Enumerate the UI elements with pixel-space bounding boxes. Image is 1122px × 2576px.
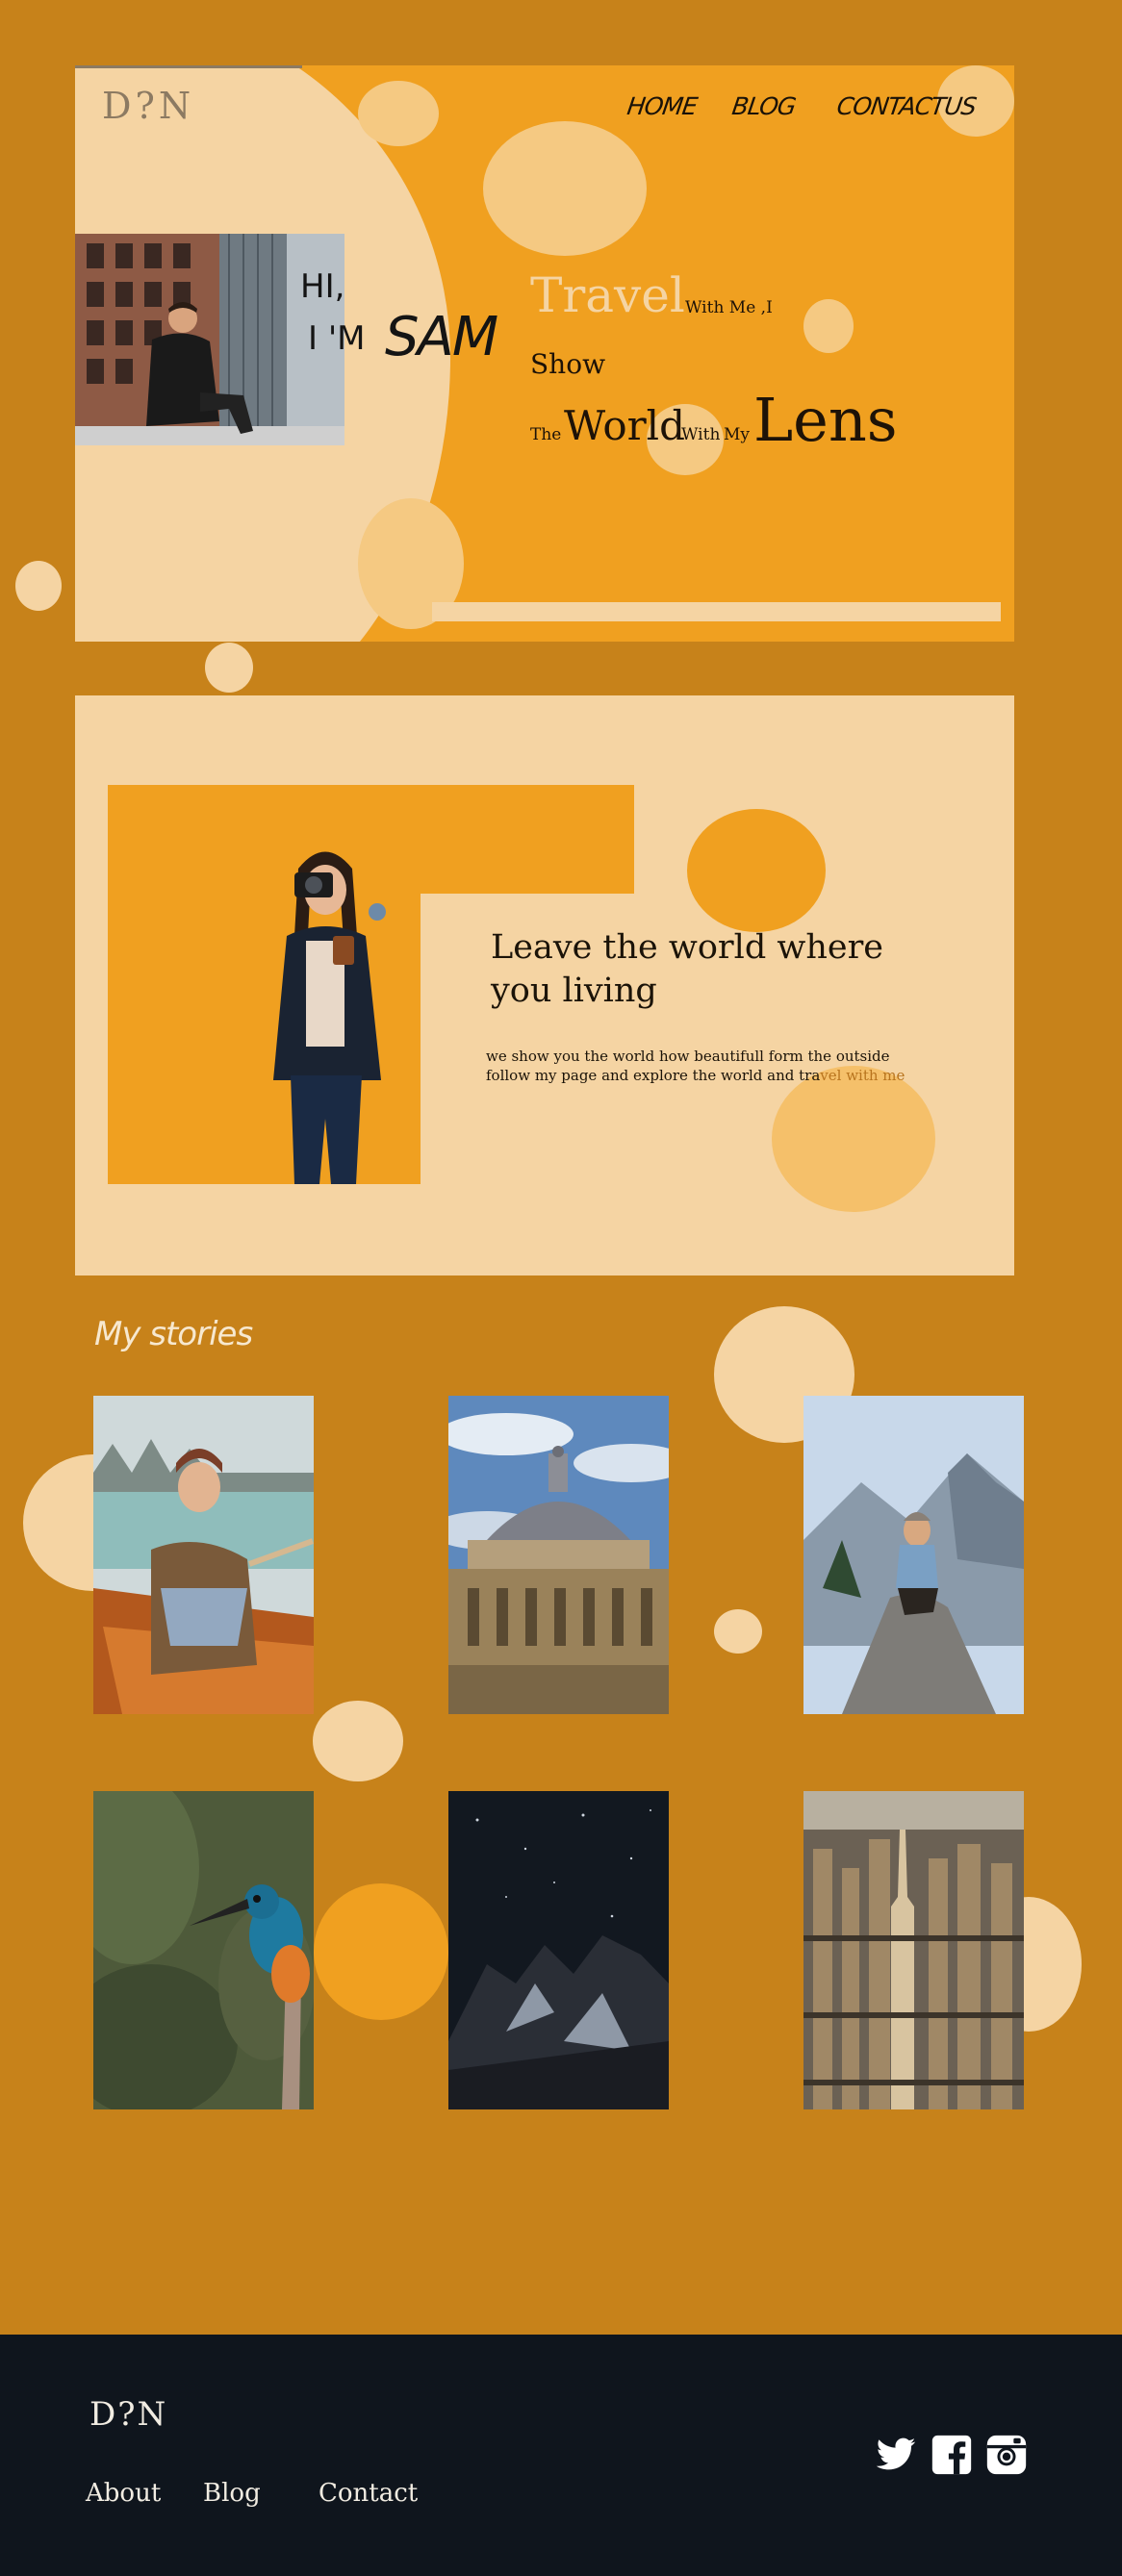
decor-circle [714,1609,762,1654]
hero-name: SAM [385,306,498,368]
decor-circle [15,561,62,611]
facebook-icon[interactable] [931,2434,973,2476]
hero-lens: Lens [753,385,898,455]
hero-im-text: I 'M [308,319,366,358]
hero-hi-text: HI, [300,267,345,306]
intro-subtitle: we show you the world how beautifull for… [486,1047,938,1085]
hero-the: The [530,425,562,444]
story-card-mountain[interactable] [803,1396,1024,1714]
intro-subtitle-accent: vel with me [820,1067,905,1084]
decor-circle [358,81,439,146]
footer-logo[interactable]: D?N [89,2395,167,2434]
hero-top-line [75,65,302,68]
intro-heading: Leave the world where you living [491,928,884,1010]
decor-circle [314,1883,448,2020]
story-card-dome[interactable] [448,1396,669,1714]
nav-home[interactable]: HOME [625,92,699,120]
footer-link-blog[interactable]: Blog [203,2479,261,2508]
story-card-bird[interactable] [93,1791,314,2109]
story-card-lake[interactable] [93,1396,314,1714]
hero-travel: Travel [530,267,685,323]
decor-circle [687,809,826,932]
hero-world: World [564,402,685,449]
nav-contact[interactable]: CONTACTUS [835,92,978,120]
hero-with: With [681,425,721,444]
decor-circle [803,299,854,353]
site-footer: D?N About Blog Contact [0,2335,1122,2576]
footer-link-contact[interactable]: Contact [319,2479,418,2508]
intro-section: Leave the world where you living we show… [75,695,1014,1275]
brand-logo[interactable]: D?N [102,85,194,127]
decor-circle [313,1701,403,1781]
hero-bottom-bar [432,602,1001,621]
stories-heading: My stories [94,1315,253,1353]
story-card-city[interactable] [803,1791,1024,2109]
hero-with-me: With Me ,I [685,298,773,317]
instagram-icon[interactable] [985,2434,1028,2476]
hero-show: Show [530,348,606,380]
decor-circle [483,121,647,256]
photographer-image [248,840,402,1184]
decor-circle [205,643,253,693]
story-card-night[interactable] [448,1791,669,2109]
hero-portrait-image [75,234,344,445]
twitter-icon[interactable] [875,2434,917,2476]
nav-blog[interactable]: BLOG [730,92,797,120]
footer-link-about[interactable]: About [86,2479,161,2508]
hero-my: My [724,425,751,444]
hero-section: D?N HOME BLOG CONTACTUS HI, I 'M SAM Tra… [75,65,1014,642]
decor-circle [772,1066,935,1212]
